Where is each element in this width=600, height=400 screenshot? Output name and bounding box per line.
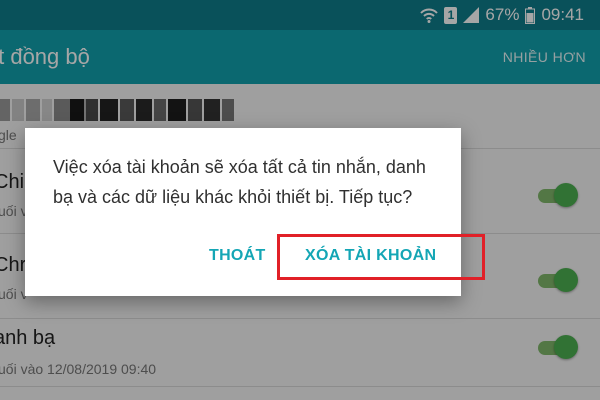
dialog-message: Việc xóa tài khoản sẽ xóa tất cả tin nhắ… <box>53 157 426 207</box>
highlight-box <box>277 234 485 280</box>
cancel-button[interactable]: THOÁT <box>209 247 266 265</box>
